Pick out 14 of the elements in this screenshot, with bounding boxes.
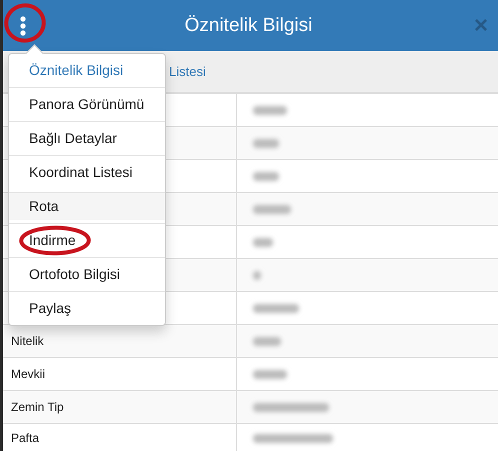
- menu-icon: [20, 16, 26, 36]
- menu-item[interactable]: Rota: [9, 192, 165, 220]
- field-label: Mevkii: [11, 367, 46, 381]
- field-label: Zemin Tip: [11, 400, 64, 414]
- menu-item[interactable]: Koordinat Listesi: [9, 155, 165, 189]
- window-title: Öznitelik Bilgisi: [184, 14, 314, 36]
- menu-item[interactable]: Öznitelik Bilgisi: [9, 54, 165, 87]
- menu-item[interactable]: Paylaş: [9, 291, 165, 325]
- field-label: Nitelik: [11, 334, 44, 348]
- menu-item[interactable]: Bağlı Detaylar: [9, 121, 165, 155]
- field-label: Pafta: [11, 431, 40, 445]
- tab[interactable]: Listesi: [165, 54, 210, 89]
- menu-item[interactable]: İndirme: [9, 223, 165, 257]
- menu-item[interactable]: Panora Görünümü: [9, 87, 165, 121]
